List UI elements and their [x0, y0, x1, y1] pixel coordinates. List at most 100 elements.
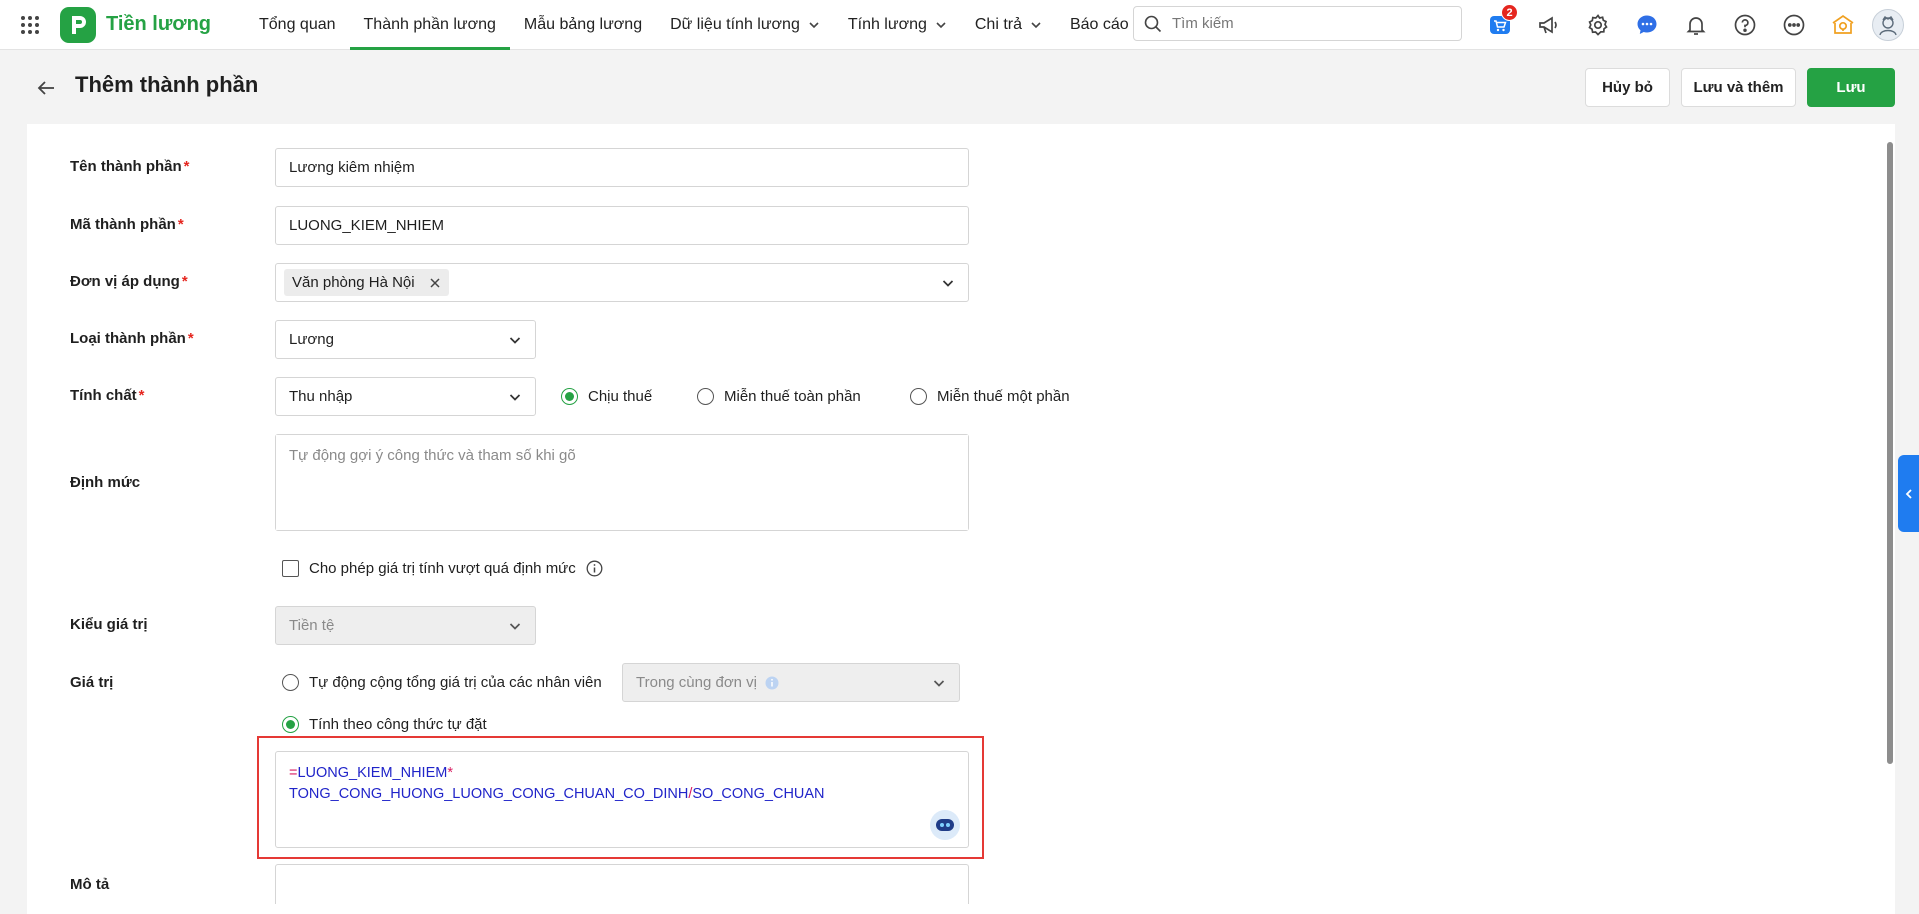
chevron-down-icon	[509, 336, 521, 344]
required-mark: *	[183, 158, 190, 175]
ai-assistant-icon[interactable]	[930, 810, 960, 840]
name-field[interactable]	[275, 148, 969, 187]
unit-multiselect[interactable]: Văn phòng Hà Nội	[275, 263, 969, 302]
close-icon[interactable]	[429, 277, 441, 289]
avatar[interactable]	[1872, 9, 1904, 41]
scope-select: Trong cùng đơn vị	[622, 663, 960, 702]
nav-item-tong-quan[interactable]: Tổng quan	[245, 0, 350, 50]
formula-line-1: =LUONG_KIEM_NHIEM*	[289, 763, 955, 784]
more-icon[interactable]	[1769, 0, 1818, 50]
allow-exceed-checkbox[interactable]: Cho phép giá trị tính vượt quá định mức	[282, 560, 603, 577]
code-field[interactable]	[275, 206, 969, 245]
name-label: Tên thành phần *	[70, 158, 190, 175]
radio-label: Miễn thuế một phần	[937, 388, 1070, 405]
nav-item-thanh-phan-luong[interactable]: Thành phần lương	[349, 0, 511, 50]
unit-label: Đơn vị áp dụng *	[70, 273, 188, 290]
nav-item-chi-tra[interactable]: Chi trả	[961, 0, 1056, 50]
chevron-down-icon	[1031, 21, 1041, 28]
code-input[interactable]	[289, 217, 955, 234]
info-icon	[765, 676, 779, 689]
description-field[interactable]	[275, 864, 969, 904]
radio-mien-thue-toan-phan[interactable]: Miễn thuế toàn phần	[697, 388, 861, 405]
nav-item-label: Báo cáo	[1069, 15, 1129, 33]
radio-custom-formula[interactable]: Tính theo công thức tự đặt	[282, 716, 487, 733]
nav-item-label: Mẫu bảng lương	[523, 15, 643, 33]
scrollbar[interactable]	[1887, 142, 1893, 764]
chevron-down-icon	[809, 21, 819, 28]
scope-select-value: Trong cùng đơn vị	[636, 674, 758, 691]
chevron-down-icon	[933, 679, 945, 687]
value-label: Giá trị	[70, 674, 114, 691]
nav-item-label: Tính lương	[847, 15, 927, 33]
formula-line-2: TONG_CONG_HUONG_LUONG_CONG_CHUAN_CO_DINH…	[289, 784, 955, 805]
chevron-down-icon	[509, 393, 521, 401]
checkbox-box	[282, 560, 299, 577]
unit-label-text: Đơn vị áp dụng	[70, 273, 180, 290]
required-mark: *	[177, 216, 184, 233]
lightbulb-icon[interactable]	[1818, 0, 1867, 50]
radio-chiu-thue[interactable]: Chịu thuế	[561, 388, 652, 405]
side-panel-toggle[interactable]	[1898, 455, 1919, 532]
search-box[interactable]	[1133, 6, 1462, 41]
required-mark: *	[138, 387, 145, 404]
chevron-down-icon	[942, 279, 954, 287]
radio-label: Tính theo công thức tự đặt	[309, 716, 487, 733]
chevron-down-icon	[936, 21, 946, 28]
save-and-add-button[interactable]: Lưu và thêm	[1681, 68, 1796, 107]
help-icon[interactable]	[1720, 0, 1769, 50]
nature-select-value: Thu nhập	[289, 388, 353, 405]
formula-operator: *	[447, 765, 453, 781]
unit-tag-label: Văn phòng Hà Nội	[292, 274, 415, 291]
megaphone-icon[interactable]	[1524, 0, 1573, 50]
formula-editor[interactable]: =LUONG_KIEM_NHIEM* TONG_CONG_HUONG_LUONG…	[275, 751, 969, 848]
brand-logo-icon	[60, 6, 96, 43]
type-label: Loại thành phần *	[70, 330, 194, 347]
cancel-button[interactable]: Hủy bỏ	[1585, 68, 1670, 107]
cart-icon[interactable]: 2	[1475, 0, 1524, 50]
brand-name: Tiền lương	[106, 13, 211, 35]
top-icon-group: 2	[1475, 0, 1904, 50]
chat-icon[interactable]	[1622, 0, 1671, 50]
nav-item-label: Tổng quan	[259, 15, 336, 33]
nav-item-tinh-luong[interactable]: Tính lương	[834, 0, 961, 50]
top-navigation-bar: Tiền lương Tổng quan Thành phần lương Mẫ…	[0, 0, 1919, 50]
formula-variable: TONG_CONG_HUONG_LUONG_CONG_CHUAN_CO_DINH	[289, 786, 689, 802]
search-input[interactable]	[1172, 15, 1442, 32]
radio-label: Chịu thuế	[588, 388, 653, 405]
apps-grid-icon[interactable]	[0, 0, 60, 50]
radio-auto-sum[interactable]: Tự động cộng tổng giá trị của các nhân v…	[282, 674, 602, 691]
radio-dot	[910, 388, 927, 405]
type-select-value: Lương	[289, 331, 334, 348]
type-select[interactable]: Lương	[275, 320, 536, 359]
page-title: Thêm thành phần	[75, 72, 259, 97]
name-input[interactable]	[289, 159, 955, 176]
nav-item-bao-cao[interactable]: Báo cáo	[1056, 0, 1143, 50]
name-label-text: Tên thành phần	[70, 158, 182, 175]
required-mark: *	[181, 273, 188, 290]
radio-label: Miễn thuế toàn phần	[724, 388, 861, 405]
value-type-select: Tiền tệ	[275, 606, 536, 645]
code-label: Mã thành phần *	[70, 216, 184, 233]
nav-item-label: Chi trả	[974, 15, 1022, 33]
chevron-left-icon	[1905, 488, 1912, 499]
bell-icon[interactable]	[1671, 0, 1720, 50]
back-arrow-icon[interactable]	[34, 76, 58, 100]
checkbox-label: Cho phép giá trị tính vượt quá định mức	[309, 560, 576, 577]
nav-item-du-lieu-tinh-luong[interactable]: Dữ liệu tính lương	[656, 0, 834, 50]
save-button[interactable]: Lưu	[1807, 68, 1895, 107]
page-header: Thêm thành phần Hủy bỏ Lưu và thêm Lưu	[0, 50, 1919, 124]
scope-select-content: Trong cùng đơn vị	[636, 674, 779, 691]
quota-textarea[interactable]	[275, 434, 969, 531]
formula-variable: SO_CONG_CHUAN	[692, 786, 825, 802]
radio-mien-thue-mot-phan[interactable]: Miễn thuế một phần	[910, 388, 1070, 405]
description-label: Mô tả	[70, 876, 110, 893]
radio-dot	[561, 388, 578, 405]
nav-item-mau-bang-luong[interactable]: Mẫu bảng lương	[510, 0, 656, 50]
nature-label: Tính chất *	[70, 387, 145, 404]
brand[interactable]: Tiền lương	[60, 6, 211, 43]
nature-select[interactable]: Thu nhập	[275, 377, 536, 416]
quota-label: Định mức	[70, 474, 141, 491]
quota-input[interactable]	[276, 435, 968, 530]
gear-icon[interactable]	[1573, 0, 1622, 50]
info-icon[interactable]	[586, 560, 603, 577]
